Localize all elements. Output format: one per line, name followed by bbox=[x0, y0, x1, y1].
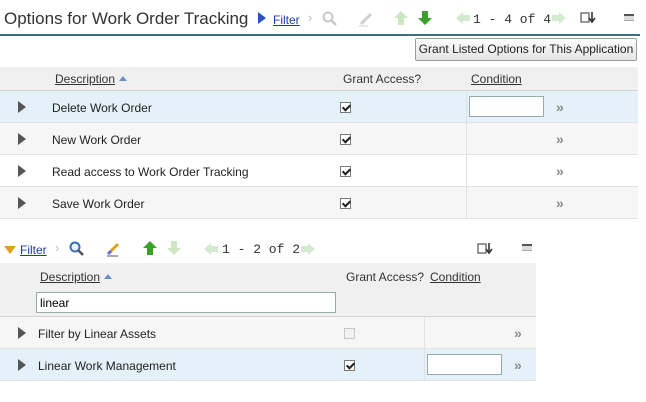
sort-ascending-icon[interactable] bbox=[104, 274, 113, 280]
row-expand-icon[interactable] bbox=[18, 327, 26, 339]
column-header-description[interactable]: Description bbox=[55, 72, 128, 86]
condition-input[interactable] bbox=[427, 354, 502, 375]
download-icon[interactable] bbox=[477, 242, 493, 256]
next-page-icon[interactable] bbox=[300, 242, 316, 256]
table-row[interactable]: Save Work Order » bbox=[0, 187, 638, 219]
table-row[interactable]: Read access to Work Order Tracking » bbox=[0, 155, 638, 187]
column-header-grant-access: Grant Access? bbox=[346, 270, 425, 284]
title-divider bbox=[0, 34, 640, 36]
row-expand-icon[interactable] bbox=[18, 197, 26, 209]
up-arrow-icon[interactable] bbox=[393, 10, 409, 26]
table-row[interactable]: Filter by Linear Assets » bbox=[0, 317, 536, 349]
filter-link[interactable]: Filter bbox=[273, 13, 300, 27]
search-icon[interactable] bbox=[322, 11, 338, 27]
prev-page-icon[interactable] bbox=[203, 242, 219, 256]
row-description: Linear Work Management bbox=[38, 359, 176, 373]
grant-access-checkbox[interactable] bbox=[340, 198, 351, 209]
up-arrow-icon[interactable] bbox=[142, 240, 158, 256]
row-details-icon[interactable]: » bbox=[514, 357, 522, 373]
column-header-grant-access: Grant Access? bbox=[343, 72, 422, 86]
row-description: Filter by Linear Assets bbox=[38, 327, 157, 341]
column-header-condition[interactable]: Condition bbox=[430, 270, 481, 284]
row-details-icon[interactable]: » bbox=[514, 325, 522, 341]
row-expand-icon[interactable] bbox=[18, 101, 26, 113]
row-details-icon[interactable]: » bbox=[556, 163, 564, 179]
filter-open-icon[interactable] bbox=[4, 246, 16, 254]
row-description: Read access to Work Order Tracking bbox=[52, 165, 249, 179]
row-details-icon[interactable]: » bbox=[556, 195, 564, 211]
row-details-icon[interactable]: » bbox=[556, 99, 564, 115]
grant-access-checkbox bbox=[344, 328, 355, 339]
grant-access-checkbox[interactable] bbox=[340, 102, 351, 113]
search-icon[interactable] bbox=[69, 241, 85, 257]
table-row[interactable]: Delete Work Order » bbox=[0, 91, 638, 123]
options-table: Description Grant Access? Condition Dele… bbox=[0, 67, 638, 219]
row-description: Delete Work Order bbox=[52, 101, 152, 115]
filter-link[interactable]: Filter bbox=[20, 243, 47, 257]
row-details-icon[interactable]: » bbox=[556, 131, 564, 147]
filter-row bbox=[0, 289, 536, 317]
separator-chevron-icon: › bbox=[55, 240, 60, 255]
grant-access-checkbox[interactable] bbox=[344, 360, 355, 371]
row-expand-icon[interactable] bbox=[18, 359, 26, 371]
download-icon[interactable] bbox=[580, 11, 596, 25]
table-row[interactable]: Linear Work Management » bbox=[0, 349, 536, 381]
pagination-text: 1 - 4 of 4 bbox=[473, 12, 552, 27]
row-description: New Work Order bbox=[52, 133, 142, 147]
table-row[interactable]: New Work Order » bbox=[0, 123, 638, 155]
pagination-text: 1 - 2 of 2 bbox=[222, 242, 301, 257]
next-page-icon[interactable] bbox=[551, 11, 567, 25]
table-header: Description Grant Access? Condition bbox=[0, 263, 536, 289]
row-expand-icon[interactable] bbox=[18, 133, 26, 145]
sort-ascending-icon[interactable] bbox=[119, 76, 128, 82]
grant-access-checkbox[interactable] bbox=[340, 166, 351, 177]
collapse-icon[interactable] bbox=[624, 14, 634, 21]
filtered-options-table: Description Grant Access? Condition Filt… bbox=[0, 263, 536, 381]
row-description: Save Work Order bbox=[52, 197, 145, 211]
column-header-condition[interactable]: Condition bbox=[471, 72, 522, 86]
down-arrow-icon[interactable] bbox=[166, 240, 182, 256]
column-header-description[interactable]: Description bbox=[40, 270, 113, 284]
collapse-icon[interactable] bbox=[522, 244, 532, 251]
separator-chevron-icon: › bbox=[308, 10, 313, 25]
down-arrow-icon[interactable] bbox=[417, 10, 433, 26]
grant-listed-options-button[interactable]: Grant Listed Options for This Applicatio… bbox=[415, 38, 637, 61]
condition-input[interactable] bbox=[469, 96, 544, 117]
page-title: Options for Work Order Tracking bbox=[4, 9, 249, 28]
clear-filter-icon[interactable] bbox=[358, 11, 374, 27]
table-header: Description Grant Access? Condition bbox=[0, 67, 638, 91]
clear-filter-icon[interactable] bbox=[106, 241, 122, 257]
prev-page-icon[interactable] bbox=[455, 11, 471, 25]
description-filter-input[interactable] bbox=[36, 292, 336, 313]
grant-access-checkbox[interactable] bbox=[340, 134, 351, 145]
filter-toggle-icon[interactable] bbox=[258, 12, 266, 24]
row-expand-icon[interactable] bbox=[18, 165, 26, 177]
